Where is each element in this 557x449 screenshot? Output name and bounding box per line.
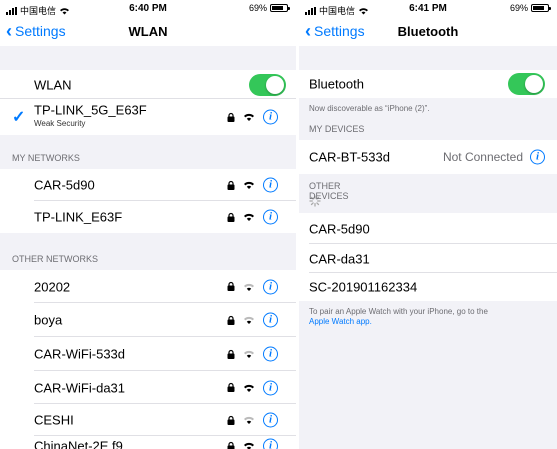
network-name: CAR-WiFi-533d [34, 346, 126, 362]
security-warning: Weak Security [34, 119, 86, 128]
section-header: OTHER NETWORKS [12, 254, 99, 264]
network-row[interactable]: TP-LINK_E63F i [0, 201, 296, 233]
lock-icon [227, 441, 235, 449]
network-row[interactable]: CAR-5d90 i [0, 169, 296, 201]
section-header: MY DEVICES [309, 124, 365, 134]
device-row[interactable]: CAR-da31 [299, 244, 557, 273]
network-row[interactable]: CESHI i [0, 404, 296, 436]
wifi-icon [244, 113, 254, 121]
nav-bar: ‹ Settings Bluetooth [299, 18, 557, 46]
lock-icon [227, 315, 235, 325]
device-row[interactable]: CAR-5d90 [299, 213, 557, 244]
network-name: CESHI [34, 412, 74, 428]
network-name: ChinaNet-2E f9 [34, 438, 123, 449]
bluetooth-screen: 中国电信 6:41 PM 69% ‹ Settings Bluetooth Bl… [299, 0, 557, 449]
battery-percent: 69% [509, 3, 528, 13]
connected-network-row[interactable]: ✓ TP-LINK_5G_E63F Weak Security i [0, 99, 296, 135]
network-row[interactable]: CAR-WiFi-da31 i [0, 371, 296, 404]
network-name: TP-LINK_E63F [34, 209, 123, 225]
bluetooth-toggle-row: Bluetooth [299, 70, 557, 98]
wlan-screen: 中国电信 6:40 PM 69% ‹ Settings WLAN WLAN ✓ … [0, 0, 296, 449]
wifi-icon [244, 181, 254, 189]
lock-icon [227, 212, 235, 222]
bluetooth-toggle[interactable] [508, 73, 545, 95]
battery-icon [270, 4, 290, 12]
info-icon[interactable]: i [263, 438, 278, 449]
device-name: CAR-da31 [309, 251, 370, 266]
lock-icon [227, 112, 235, 122]
wifi-icon [244, 384, 254, 392]
battery-percent: 69% [248, 3, 267, 13]
wifi-icon [244, 442, 254, 449]
lock-icon [227, 415, 235, 425]
apple-watch-link[interactable]: Apple Watch app. [309, 317, 372, 326]
bluetooth-label: Bluetooth [309, 76, 364, 92]
wlan-toggle-row: WLAN [0, 70, 296, 99]
discoverable-note: Now discoverable as “iPhone (2)”. [309, 104, 430, 113]
device-name: CAR-5d90 [309, 221, 370, 236]
info-icon[interactable]: i [263, 312, 278, 328]
page-title: WLAN [128, 24, 168, 39]
checkmark-icon: ✓ [12, 109, 26, 126]
network-name: TP-LINK_5G_E63F [34, 102, 147, 118]
nav-bar: ‹ Settings WLAN [0, 18, 296, 46]
wifi-icon [244, 350, 254, 358]
info-icon[interactable]: i [263, 346, 278, 362]
info-icon[interactable]: i [263, 279, 278, 294]
lock-icon [227, 382, 235, 392]
wifi-icon [244, 416, 254, 424]
info-icon[interactable]: i [263, 109, 278, 125]
network-row[interactable]: boya i [0, 303, 296, 337]
lock-icon [227, 349, 235, 359]
info-icon[interactable]: i [263, 412, 278, 428]
status-bar: 中国电信 6:40 PM 69% [0, 0, 296, 18]
network-row[interactable]: CAR-WiFi-533d i [0, 337, 296, 371]
network-name: 20202 [34, 279, 71, 294]
status-bar: 中国电信 6:41 PM 69% [299, 0, 557, 18]
network-name: CAR-5d90 [34, 177, 95, 193]
network-row[interactable]: 20202 i [0, 270, 296, 303]
info-icon[interactable]: i [263, 177, 278, 193]
apple-watch-note: To pair an Apple Watch with your iPhone,… [309, 307, 488, 326]
wifi-icon [244, 283, 254, 291]
device-name: SC-201901162334 [309, 279, 418, 295]
network-row[interactable]: ChinaNet-2E f9 i [0, 436, 296, 449]
device-status: Not Connected [442, 150, 523, 164]
network-name: boya [34, 312, 63, 328]
network-name: CAR-WiFi-da31 [34, 380, 126, 395]
section-header: OTHER DEVICES [299, 174, 557, 213]
wifi-icon [244, 316, 254, 324]
battery-icon [531, 4, 551, 12]
info-icon[interactable]: i [263, 209, 278, 225]
info-icon[interactable]: i [263, 380, 278, 395]
device-row[interactable]: SC-201901162334 [299, 273, 557, 301]
device-name: CAR-BT-533d [309, 149, 390, 165]
wlan-label: WLAN [34, 77, 72, 92]
page-title: Bluetooth [397, 24, 459, 39]
section-header: MY NETWORKS [12, 153, 80, 163]
lock-icon [227, 180, 235, 190]
wlan-toggle[interactable] [249, 73, 286, 96]
device-row[interactable]: CAR-BT-533d Not Connected i [299, 140, 557, 174]
info-icon[interactable]: i [530, 149, 545, 165]
wifi-icon [244, 213, 254, 221]
lock-icon [227, 281, 235, 291]
